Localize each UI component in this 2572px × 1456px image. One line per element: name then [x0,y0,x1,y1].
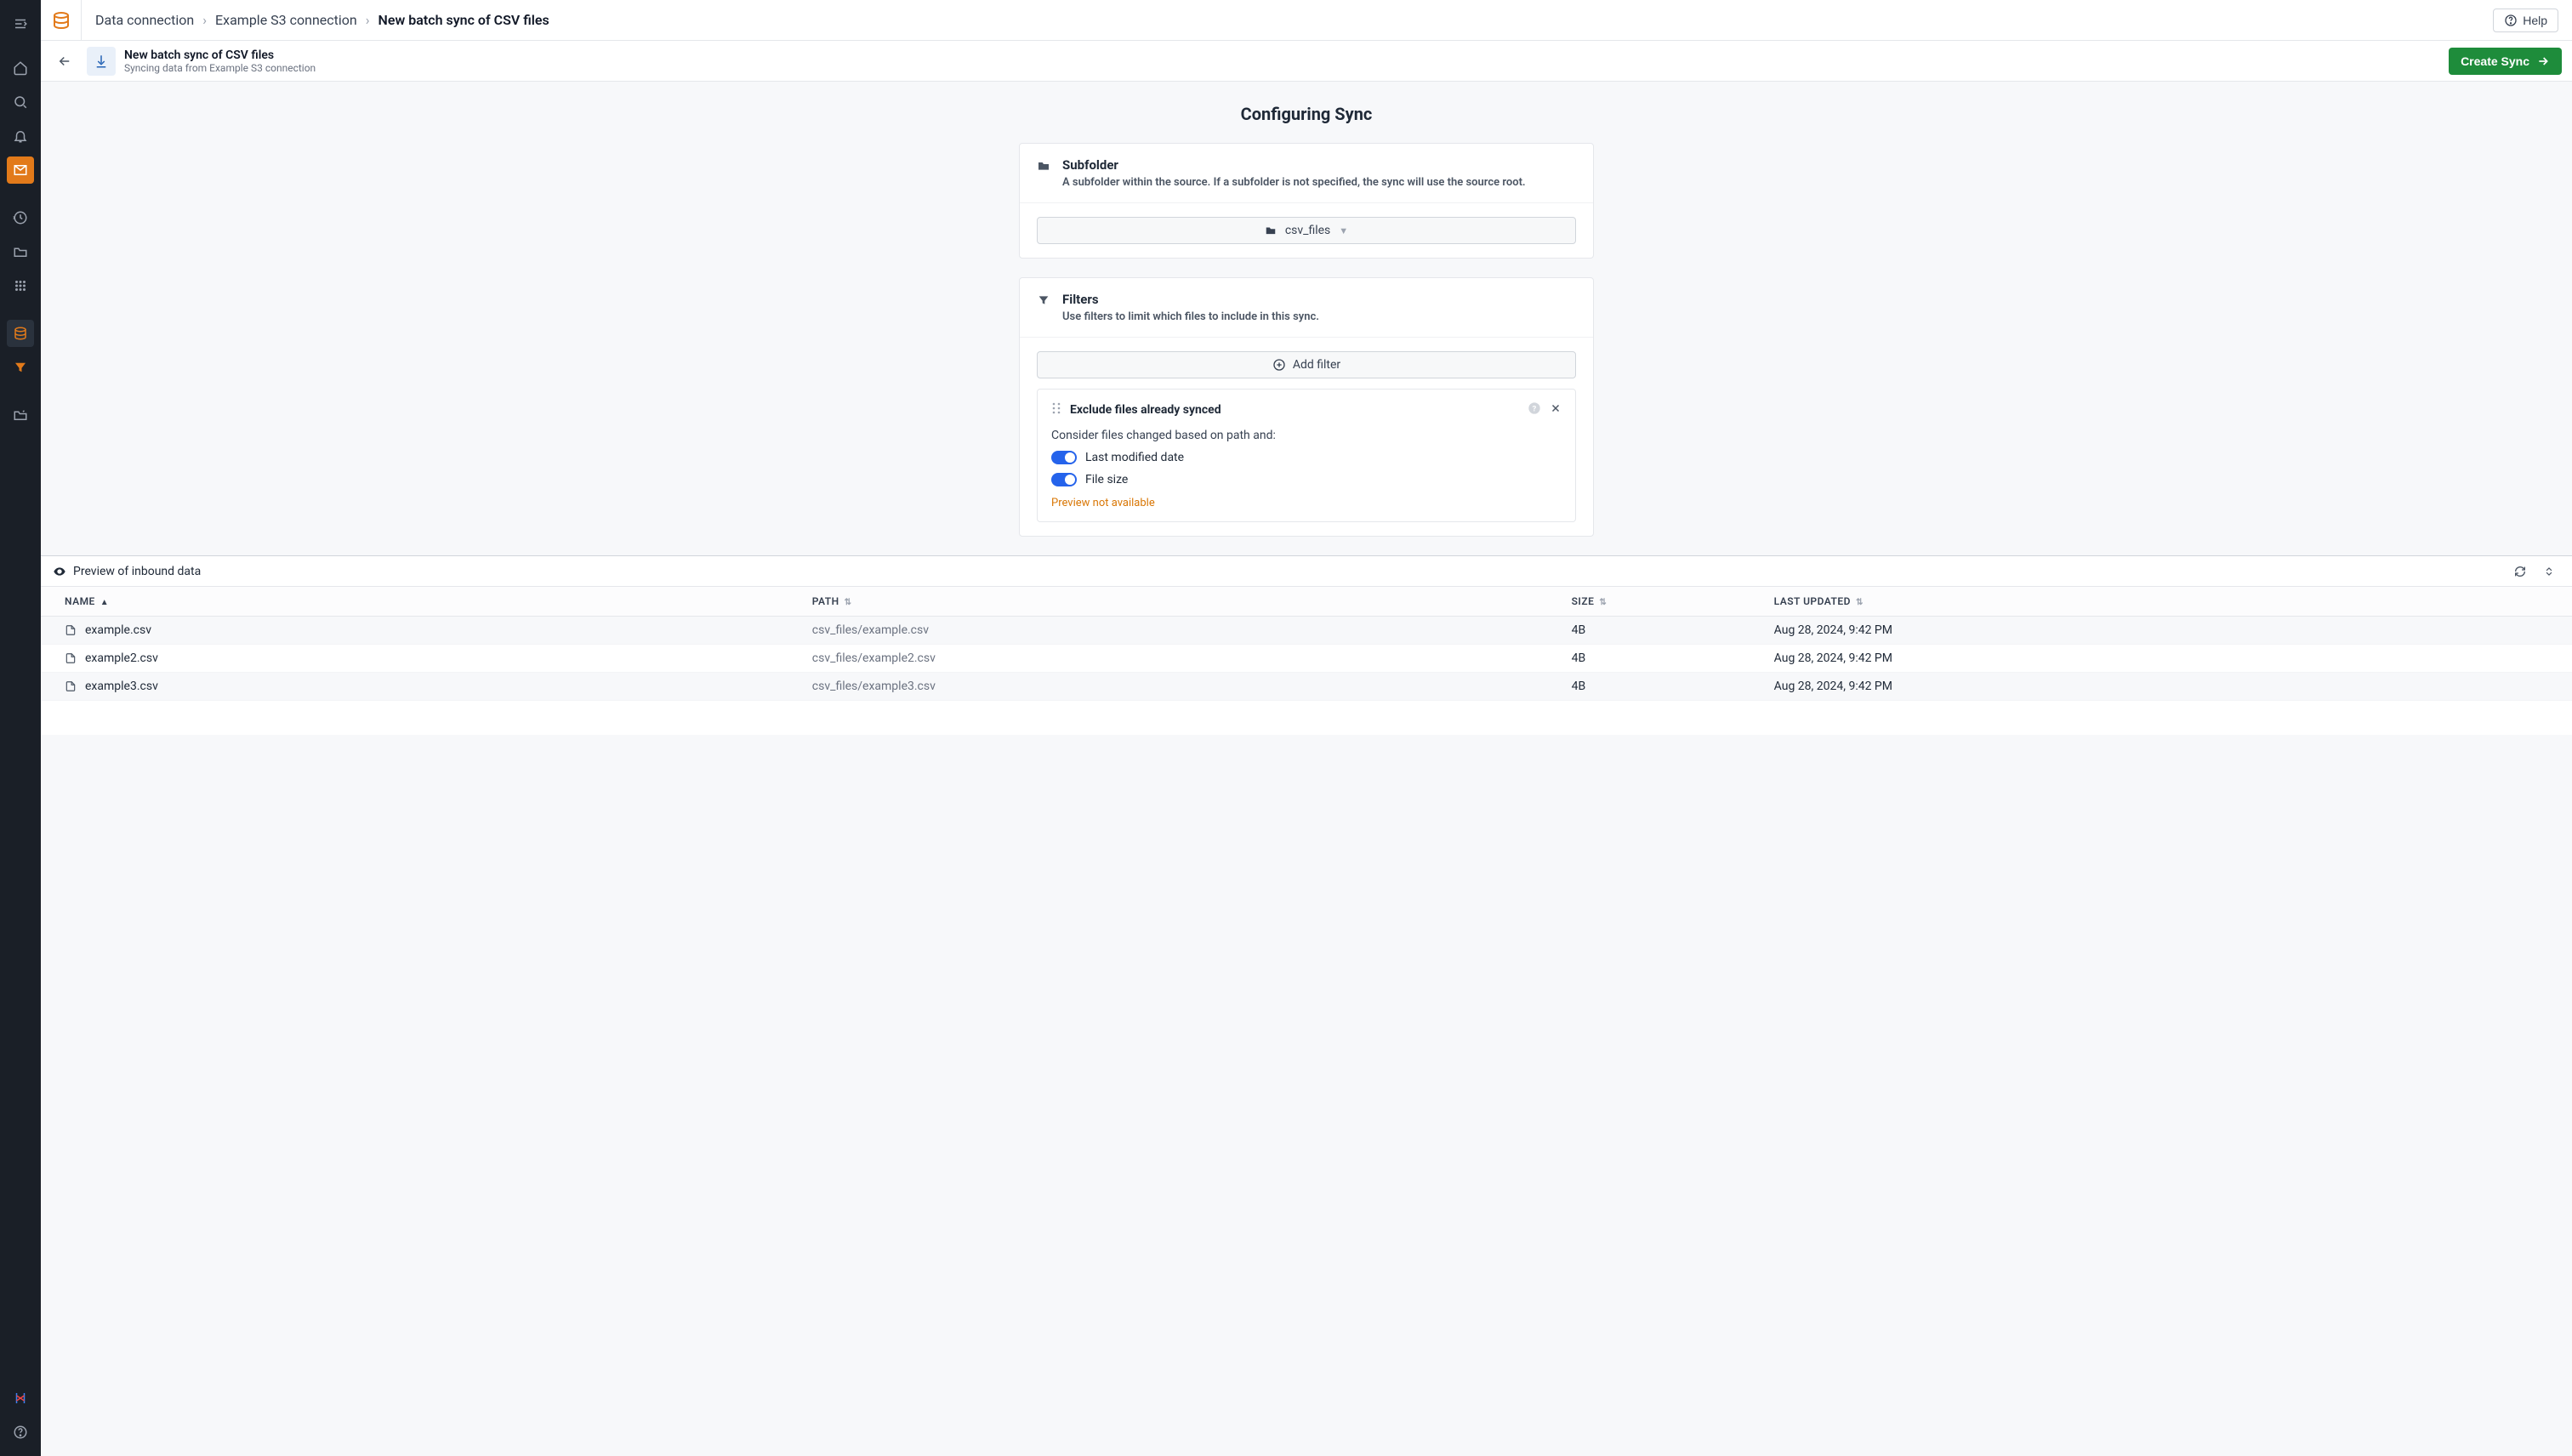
svg-text:?: ? [1533,404,1537,413]
nav-bell-icon[interactable] [7,122,34,150]
file-size: 4B [1560,617,1762,645]
table-row[interactable]: example.csv csv_files/example.csv 4B Aug… [41,617,2572,645]
file-updated: Aug 28, 2024, 9:42 PM [1762,645,2572,673]
toggle-file-size-label: File size [1085,473,1128,486]
drag-handle-icon[interactable] [1051,402,1061,418]
breadcrumb-bar: Data connection › Example S3 connection … [41,0,2572,41]
header-subtitle: Syncing data from Example S3 connection [124,62,316,74]
file-icon [65,624,77,636]
chevron-right-icon: › [366,12,370,28]
col-header-updated[interactable]: LAST UPDATED⇅ [1762,587,2572,617]
preview-panel: Preview of inbound data NAME▲ PATH⇅ SIZE… [41,555,2572,735]
nav-expand-icon[interactable] [7,10,34,37]
plus-circle-icon [1272,358,1286,372]
file-updated: Aug 28, 2024, 9:42 PM [1762,617,2572,645]
col-header-name[interactable]: NAME▲ [41,587,800,617]
file-updated: Aug 28, 2024, 9:42 PM [1762,673,2572,701]
table-row[interactable]: example2.csv csv_files/example2.csv 4B A… [41,645,2572,673]
app-logo-icon[interactable] [41,0,82,41]
help-button-label: Help [2523,14,2547,27]
help-button[interactable]: Help [2493,9,2558,32]
subfolder-select[interactable]: csv_files ▼ [1037,217,1576,244]
page-header: New batch sync of CSV files Syncing data… [41,41,2572,82]
breadcrumb-item-current: New batch sync of CSV files [378,12,549,28]
header-title: New batch sync of CSV files [124,48,316,62]
add-filter-button[interactable]: Add filter [1037,351,1576,378]
nav-search-icon[interactable] [7,88,34,116]
content-scroll[interactable]: Configuring Sync Subfolder A subfolder w… [41,82,2572,1456]
nav-inbox-icon[interactable] [7,156,34,184]
exclude-filter-card: Exclude files already synced ? Consider … [1037,389,1576,522]
file-path: csv_files/example3.csv [800,673,1560,701]
back-button[interactable] [51,48,78,75]
remove-filter-button[interactable] [1550,402,1562,418]
help-circle-icon [2504,14,2518,27]
breadcrumb-item[interactable]: Data connection [95,12,194,28]
filters-card: Filters Use filters to limit which files… [1019,277,1594,537]
arrow-left-icon [57,54,72,69]
filters-desc: Use filters to limit which files to incl… [1062,310,1319,323]
subfolder-value: csv_files [1285,224,1330,237]
help-circle-icon[interactable]: ? [1528,401,1541,418]
table-row[interactable]: example3.csv csv_files/example3.csv 4B A… [41,673,2572,701]
collapse-button[interactable] [2538,560,2560,583]
caret-down-icon: ▼ [1339,225,1348,236]
subfolder-desc: A subfolder within the source. If a subf… [1062,176,1526,189]
header-titles: New batch sync of CSV files Syncing data… [124,48,316,74]
breadcrumb: Data connection › Example S3 connection … [95,12,549,28]
toggle-last-modified-label: Last modified date [1085,451,1184,464]
nav-bottom1-icon[interactable] [7,1385,34,1412]
col-header-size[interactable]: SIZE⇅ [1560,587,1762,617]
create-sync-button[interactable]: Create Sync [2449,48,2562,75]
file-size: 4B [1560,673,1762,701]
eye-icon [53,565,66,578]
file-name: example3.csv [85,680,158,693]
preview-title: Preview of inbound data [73,565,201,578]
arrow-right-icon [2536,54,2550,68]
chevron-right-icon: › [202,12,207,28]
create-sync-label: Create Sync [2461,54,2529,68]
subfolder-title: Subfolder [1062,157,1526,173]
file-icon [65,680,77,692]
nav-datasource-icon[interactable] [7,320,34,347]
file-path: csv_files/example.csv [800,617,1560,645]
file-icon [65,652,77,664]
add-filter-label: Add filter [1293,358,1340,372]
preview-table: NAME▲ PATH⇅ SIZE⇅ LAST UPDATED⇅ example.… [41,587,2572,701]
breadcrumb-item[interactable]: Example S3 connection [215,12,357,28]
col-header-path[interactable]: PATH⇅ [800,587,1560,617]
nav-apps-icon[interactable] [7,272,34,299]
sync-type-icon [87,47,116,76]
toggle-last-modified[interactable] [1051,451,1077,464]
page-title: Configuring Sync [41,104,2572,124]
folder-icon [1037,157,1050,189]
folder-icon [1265,225,1277,236]
filters-title: Filters [1062,292,1319,307]
nav-history-icon[interactable] [7,204,34,231]
refresh-button[interactable] [2509,560,2531,583]
nav-home-icon[interactable] [7,54,34,82]
toggle-file-size[interactable] [1051,473,1077,486]
nav-funnel-icon[interactable] [7,354,34,381]
download-icon [94,54,109,69]
filter-icon [1037,292,1050,323]
exclude-consider-text: Consider files changed based on path and… [1051,429,1562,442]
subfolder-card: Subfolder A subfolder within the source.… [1019,143,1594,259]
file-size: 4B [1560,645,1762,673]
file-path: csv_files/example2.csv [800,645,1560,673]
nav-help-icon[interactable] [7,1419,34,1446]
nav-folder-icon[interactable] [7,238,34,265]
nav-open-folder-icon[interactable] [7,401,34,429]
file-name: example.csv [85,623,151,637]
file-name: example2.csv [85,651,158,665]
left-nav-rail [0,0,41,1456]
exclude-filter-title: Exclude files already synced [1070,403,1221,417]
preview-warning: Preview not available [1051,497,1562,509]
